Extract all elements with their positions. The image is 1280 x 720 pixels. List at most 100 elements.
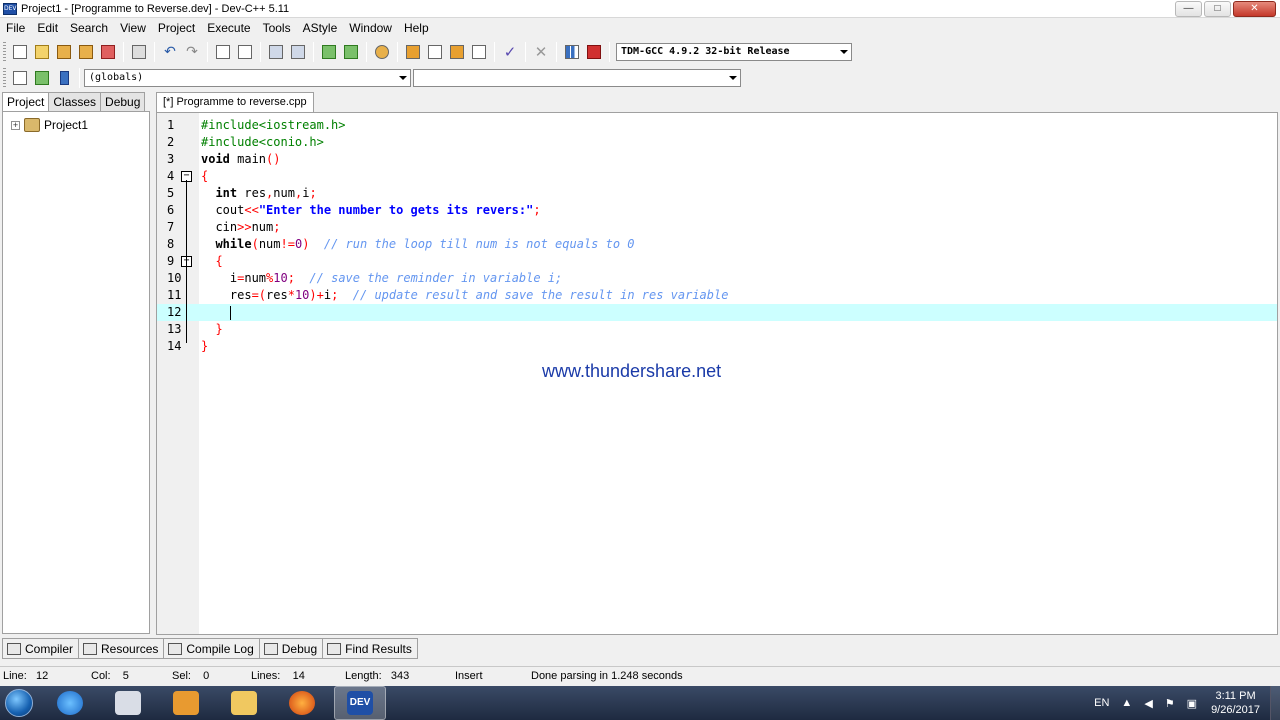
tab-find-results[interactable]: Find Results (322, 638, 418, 659)
menu-search[interactable]: Search (64, 19, 114, 38)
print-icon[interactable] (129, 42, 149, 62)
open-file-icon[interactable] (32, 42, 52, 62)
toolbar-grip[interactable] (3, 67, 6, 88)
menu-astyle[interactable]: AStyle (297, 19, 344, 38)
volume-icon[interactable]: ◀ (1144, 697, 1152, 710)
code-text: res=(res*10)+i; // update result and sav… (201, 287, 729, 304)
delete-profile-icon[interactable] (584, 42, 604, 62)
compile-run-icon[interactable] (447, 42, 467, 62)
tab-compile-log[interactable]: Compile Log (163, 638, 260, 659)
menu-edit[interactable]: Edit (31, 19, 64, 38)
tab-debug-output[interactable]: Debug (258, 638, 324, 659)
show-desktop-button[interactable] (1270, 686, 1280, 720)
insert-icon[interactable] (10, 68, 30, 88)
panel-splitter[interactable] (151, 92, 155, 637)
code-line[interactable]: 9− { (157, 253, 1277, 270)
close-file-icon[interactable] (98, 42, 118, 62)
code-editor[interactable]: 1 #include<iostream.h> 2 #include<conio.h> 3… (156, 112, 1278, 635)
unindent-icon[interactable] (288, 42, 308, 62)
syntax-check-icon[interactable]: ✓ (500, 42, 520, 62)
taskbar-explorer[interactable] (218, 686, 270, 720)
tree-item-project1[interactable]: + Project1 (11, 118, 88, 132)
editor-tab-file[interactable]: [*] Programme to reverse.cpp (156, 92, 314, 113)
minimize-button[interactable]: — (1175, 1, 1202, 17)
run-icon[interactable] (425, 42, 445, 62)
tab-resources[interactable]: Resources (78, 638, 165, 659)
show-hidden-icons-icon[interactable]: ▲ (1121, 697, 1132, 709)
status-lines: Lines: 14 (251, 670, 305, 682)
taskbar-media[interactable] (160, 686, 212, 720)
indent-icon[interactable] (266, 42, 286, 62)
code-line[interactable]: 5 int res,num,i; (157, 185, 1277, 202)
taskbar-firefox[interactable] (276, 686, 328, 720)
project-options-icon[interactable] (372, 42, 392, 62)
code-line[interactable]: 4−{ (157, 168, 1277, 185)
tab-compiler[interactable]: Compiler (2, 638, 80, 659)
close-button[interactable]: ✕ (1233, 1, 1276, 17)
undo-icon[interactable]: ↶ (160, 42, 180, 62)
taskbar-snipping[interactable] (102, 686, 154, 720)
code-line[interactable]: 13 } (157, 321, 1277, 338)
goto-icon[interactable] (32, 68, 52, 88)
menu-file[interactable]: File (0, 19, 31, 38)
stop-execution-icon[interactable]: ✕ (531, 42, 551, 62)
new-file-icon[interactable] (10, 42, 30, 62)
code-text: } (201, 338, 208, 355)
code-token: num (244, 271, 267, 285)
profile-icon[interactable] (562, 42, 582, 62)
add-to-project-icon[interactable] (319, 42, 339, 62)
code-line[interactable]: 14} (157, 338, 1277, 355)
save-icon[interactable] (54, 42, 74, 62)
code-line[interactable]: 12 (157, 304, 1277, 321)
code-line[interactable]: 10 i=num%10; // save the reminder in var… (157, 270, 1277, 287)
code-line[interactable]: 6 cout<<"Enter the number to gets its re… (157, 202, 1277, 219)
tab-debug[interactable]: Debug (100, 92, 146, 111)
code-line[interactable]: 11 res=(res*10)+i; // update result and … (157, 287, 1277, 304)
code-token: #include<iostream.h> (201, 118, 346, 132)
toolbar-grip[interactable] (3, 41, 6, 62)
start-button[interactable] (0, 686, 38, 720)
toolbar-separator (123, 41, 124, 62)
tab-label: Resources (101, 641, 159, 656)
code-line[interactable]: 7 cin>>num; (157, 219, 1277, 236)
find-icon[interactable] (213, 42, 233, 62)
menu-window[interactable]: Window (343, 19, 398, 38)
taskbar-devcpp[interactable]: DEV (334, 686, 386, 720)
compile-icon[interactable] (403, 42, 423, 62)
toolbar-separator (260, 41, 261, 62)
taskbar-ie[interactable] (44, 686, 96, 720)
media-player-icon (173, 691, 199, 715)
expand-icon[interactable]: + (11, 120, 20, 130)
clock[interactable]: 3:11 PM 9/26/2017 (1211, 689, 1260, 717)
members-select[interactable] (413, 68, 741, 87)
menu-tools[interactable]: Tools (257, 19, 297, 38)
replace-icon[interactable] (235, 42, 255, 62)
language-indicator[interactable]: EN (1094, 697, 1109, 709)
menu-help[interactable]: Help (398, 19, 435, 38)
menu-view[interactable]: View (114, 19, 152, 38)
code-line[interactable]: 1 #include<iostream.h> (157, 117, 1277, 134)
code-token: cout (201, 203, 245, 217)
rebuild-all-icon[interactable] (469, 42, 489, 62)
code-line[interactable]: 8 while(num!=0) // run the loop till num… (157, 236, 1277, 253)
windows-logo-icon (5, 689, 33, 717)
code-line[interactable]: 2 #include<conio.h> (157, 134, 1277, 151)
remove-from-project-icon[interactable] (341, 42, 361, 62)
tab-label: Debug (281, 641, 318, 656)
tab-classes[interactable]: Classes (48, 92, 102, 111)
bookmark-icon[interactable] (54, 68, 74, 88)
tab-project[interactable]: Project (2, 92, 50, 112)
redo-icon[interactable]: ↷ (182, 42, 202, 62)
compiler-select[interactable]: TDM-GCC 4.9.2 32-bit Release (616, 42, 852, 61)
globals-select[interactable]: (globals) (84, 68, 411, 87)
save-all-icon[interactable] (76, 42, 96, 62)
code-line[interactable]: 3 void main() (157, 151, 1277, 168)
network-icon[interactable]: ▣ (1187, 697, 1197, 710)
flag-icon[interactable]: ⚑ (1165, 697, 1175, 710)
maximize-button[interactable]: □ (1204, 1, 1231, 17)
debug-icon (263, 642, 278, 655)
menu-execute[interactable]: Execute (201, 19, 256, 38)
menu-project[interactable]: Project (152, 19, 201, 38)
toolbar-separator (207, 41, 208, 62)
